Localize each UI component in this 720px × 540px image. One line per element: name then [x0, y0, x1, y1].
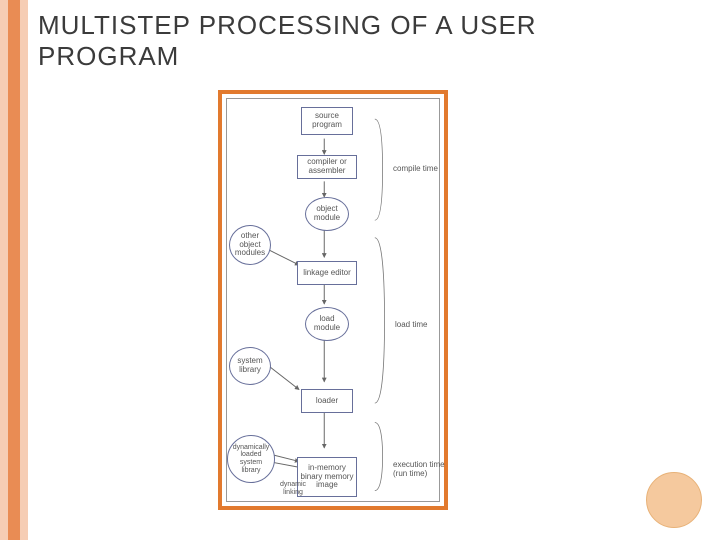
- node-load-module: load module: [305, 307, 349, 341]
- node-syslib: system library: [229, 347, 271, 385]
- node-object: object module: [305, 197, 349, 231]
- diagram: source program compiler or assembler obj…: [226, 98, 440, 502]
- decor-circle: [646, 472, 702, 528]
- node-linkage: linkage editor: [297, 261, 357, 285]
- label-dynlink: dynamic linking: [275, 479, 311, 499]
- slide-title: MULTISTEP PROCESSING OF A USER PROGRAM: [38, 10, 680, 72]
- accent-strip-inner: [8, 0, 20, 540]
- slide: MULTISTEP PROCESSING OF A USER PROGRAM: [0, 0, 720, 540]
- node-dynlib: dynamically loaded system library: [227, 435, 275, 483]
- node-compiler: compiler or assembler: [297, 155, 357, 179]
- diagram-frame: source program compiler or assembler obj…: [218, 90, 448, 510]
- label-load-time: load time: [395, 313, 443, 337]
- node-source: source program: [301, 107, 353, 135]
- node-loader: loader: [301, 389, 353, 413]
- node-other-obj: other object modules: [229, 225, 271, 265]
- label-exec-time: execution time (run time): [393, 453, 445, 487]
- label-compile-time: compile time: [393, 157, 441, 181]
